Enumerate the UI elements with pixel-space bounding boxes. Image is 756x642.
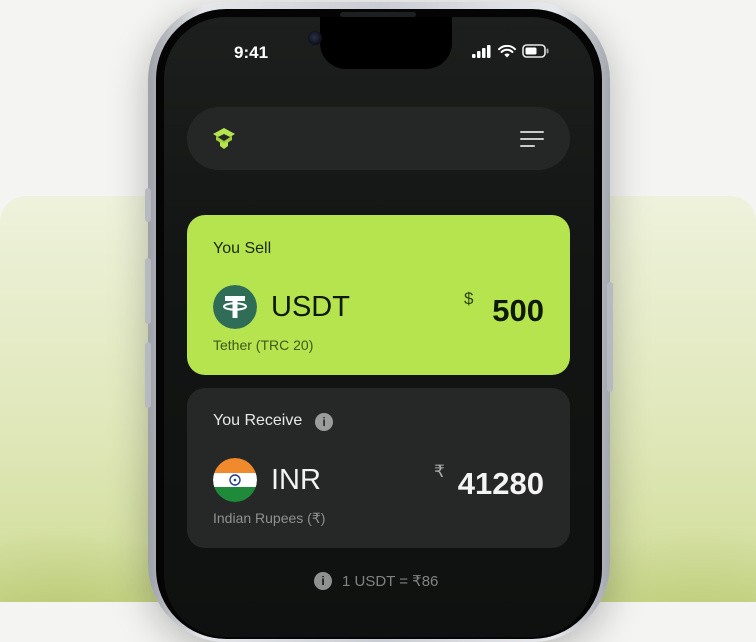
india-flag-icon xyxy=(213,458,257,502)
status-time: 9:41 xyxy=(234,43,269,62)
wifi-icon xyxy=(498,44,516,57)
receive-currency-name: Indian Rupees (₹) xyxy=(213,510,326,526)
signal-icon xyxy=(472,44,491,58)
notch xyxy=(320,17,452,69)
camera-icon xyxy=(308,31,322,45)
header-bar xyxy=(187,107,570,170)
status-icons xyxy=(472,44,550,58)
phone-side-button xyxy=(145,188,151,222)
exchange-rate-row: i 1 USDT = ₹86 xyxy=(314,572,438,590)
battery-icon xyxy=(522,44,549,58)
sell-card-title: You Sell xyxy=(213,240,272,257)
receive-card[interactable]: You Receive i INR Indian Rupees (₹) ₹ 41… xyxy=(187,388,570,548)
sell-card[interactable]: You Sell USDT Tether (TRC 20) $ 500 xyxy=(187,215,570,375)
phone-screen: 9:41 You Sell USDT Tether (TRC 20) $ 500… xyxy=(164,17,594,637)
sell-currency-code: USDT xyxy=(271,291,350,323)
info-icon[interactable]: i xyxy=(314,572,332,590)
tether-coin-icon xyxy=(213,285,257,329)
receive-card-title: You Receive xyxy=(213,412,303,429)
sell-amount[interactable]: 500 xyxy=(492,293,544,329)
receive-amount-symbol: ₹ xyxy=(434,462,445,481)
sell-currency-name: Tether (TRC 20) xyxy=(213,337,314,353)
exchange-rate-text: 1 USDT = ₹86 xyxy=(342,573,439,590)
menu-lines-icon[interactable] xyxy=(520,131,544,147)
info-icon[interactable]: i xyxy=(315,413,333,431)
sell-amount-symbol: $ xyxy=(464,289,474,308)
phone-side-button xyxy=(145,342,151,408)
phone-side-button xyxy=(607,282,613,392)
phone-side-button xyxy=(145,258,151,324)
receive-amount[interactable]: 41280 xyxy=(458,466,544,502)
receive-currency-code: INR xyxy=(271,464,321,496)
tether-green-logo-icon[interactable] xyxy=(211,125,237,151)
